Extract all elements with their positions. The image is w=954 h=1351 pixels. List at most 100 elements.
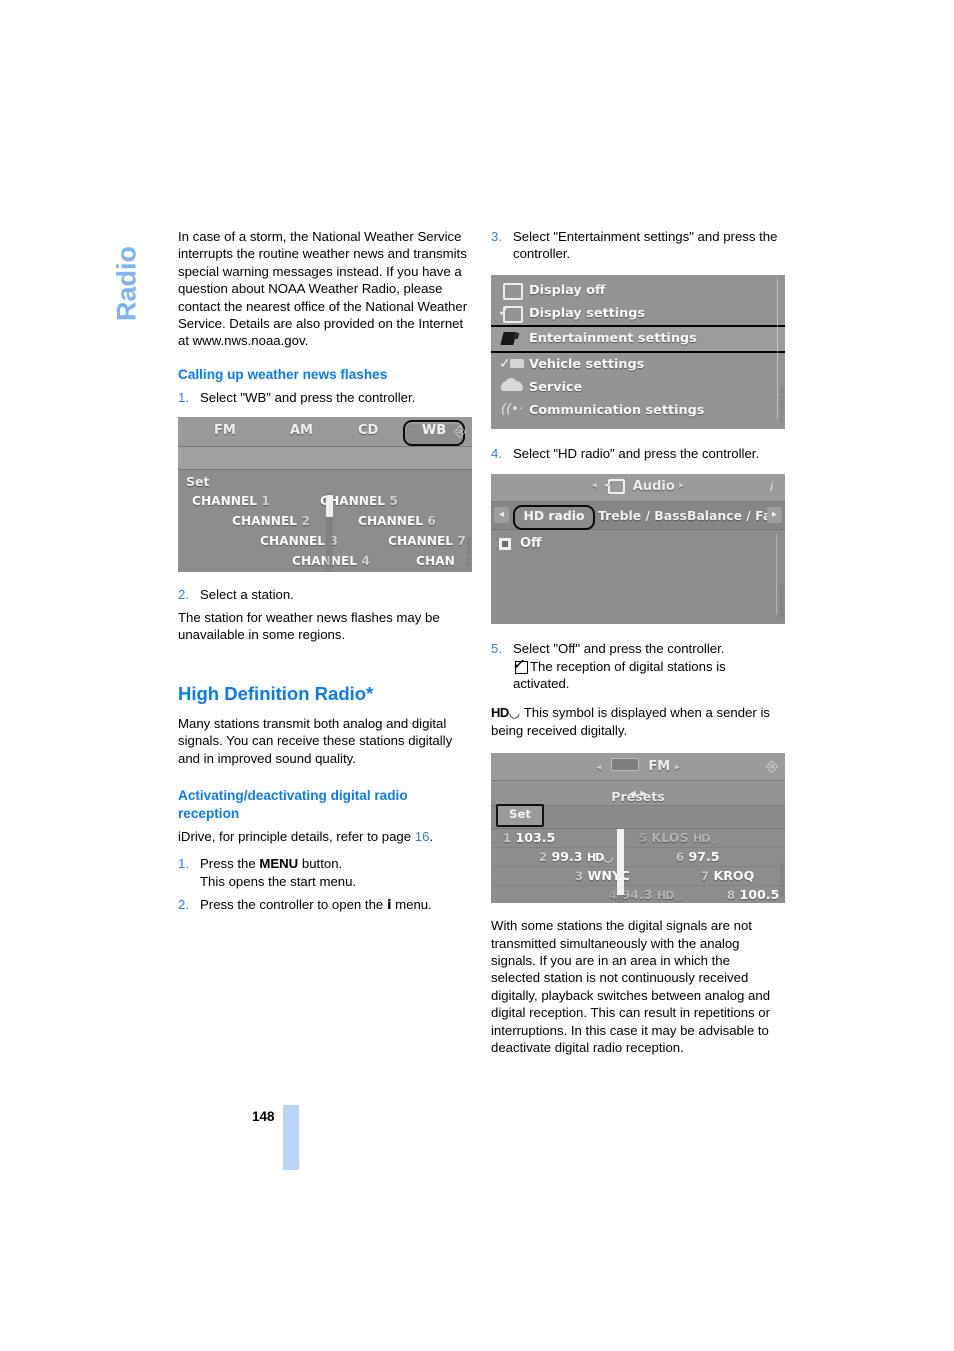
fm-preset-6[interactable]: 6 97.5 bbox=[676, 849, 720, 864]
wb-tab-am[interactable]: AM bbox=[290, 423, 313, 438]
scroll-left-icon[interactable]: ◂ bbox=[494, 507, 509, 524]
step-1-menu-button: 1. Press the MENU button. bbox=[178, 855, 468, 872]
fm-row: 4 94.3 HD◡ 8 100.5 bbox=[491, 886, 785, 903]
menu-item-service[interactable]: Service bbox=[491, 376, 785, 399]
figure-id-tag: VSP8091mdA bbox=[466, 536, 471, 566]
chapter-tab: Radio bbox=[97, 222, 157, 342]
fm-preset-2[interactable]: 2 99.3 HD◡ bbox=[539, 849, 613, 864]
wb-row: CHANNEL 1 CHANNEL 5 bbox=[178, 493, 472, 513]
step-text-post: button. bbox=[298, 856, 343, 872]
wb-channel-left-2[interactable]: CHANNEL 2 bbox=[232, 514, 310, 528]
fm-preset-5[interactable]: 5 KLOS HD◡ bbox=[639, 830, 719, 845]
heading-calling-weather: Calling up weather news flashes bbox=[178, 366, 388, 382]
menu-item-label: Communication settings bbox=[529, 402, 705, 418]
wb-tab-cd[interactable]: CD bbox=[358, 423, 378, 438]
radio-icon bbox=[610, 758, 639, 772]
left-arrow-icon[interactable]: ◂ bbox=[596, 762, 601, 773]
idrive-ref-period: . bbox=[429, 828, 434, 844]
fm-row: 1 103.5 5 KLOS HD◡ bbox=[491, 829, 785, 849]
idrive-ref-text: iDrive, for principle details, refer to … bbox=[178, 828, 415, 844]
menu-item-display-settings[interactable]: ✓ Display settings bbox=[491, 302, 785, 325]
right-arrow-icon[interactable]: ▸ bbox=[675, 762, 680, 773]
intro-paragraph: In case of a storm, the National Weather… bbox=[178, 229, 468, 349]
step-text: Select "Entertainment settings" and pres… bbox=[513, 229, 778, 262]
fm-title-label: FM bbox=[648, 759, 671, 775]
chapter-title: Radio bbox=[111, 246, 142, 322]
audio-tab-bar: ◂ HD radio Treble / Bass Balance / Fad ▸ bbox=[491, 502, 785, 531]
hd-symbol-note-text: This symbol is displayed when a sender i… bbox=[491, 705, 770, 738]
closing-paragraph: With some stations the digital signals a… bbox=[491, 918, 771, 1056]
step-4-hd-radio: 4. Select "HD radio" and press the contr… bbox=[491, 445, 781, 462]
fm-row: 2 99.3 HD◡ 6 97.5 bbox=[491, 848, 785, 868]
step-1-wb: 1. Select "WB" and press the controller. bbox=[178, 389, 468, 406]
signal-waves-icon: ((•· bbox=[501, 402, 523, 418]
wb-scrollbar[interactable] bbox=[326, 492, 333, 572]
menu-item-label: Service bbox=[529, 379, 583, 395]
fm-scrollbar[interactable] bbox=[617, 829, 624, 904]
wb-set-label[interactable]: Set bbox=[186, 474, 209, 489]
display-settings-icon: ✓ bbox=[603, 477, 626, 495]
menu-item-entertainment-settings[interactable]: Entertainment settings bbox=[491, 324, 785, 353]
hd-radio-body: Many stations transmit both analog and d… bbox=[178, 715, 453, 766]
wb-channel-right-2[interactable]: CHANNEL 6 bbox=[358, 514, 436, 528]
page-link-16[interactable]: 16 bbox=[415, 829, 430, 844]
heading-high-definition-radio: High Definition Radio* bbox=[178, 682, 374, 704]
fm-set-button[interactable]: Set bbox=[496, 804, 544, 828]
fm-row: 3 WNYC 7 KROQ bbox=[491, 867, 785, 887]
screenshot-audio-hd-radio: ◂ ✓ Audio ▸ i ◂ HD radio Treble / Bass B… bbox=[491, 474, 785, 625]
checkbox-checked-icon: ✓ bbox=[512, 657, 528, 674]
page-number: 148 bbox=[252, 1109, 275, 1124]
step-text: Select a station. bbox=[200, 586, 294, 602]
step-text-pre: Press the controller to open the bbox=[200, 897, 387, 913]
wb-channel-right-4[interactable]: CHAN bbox=[416, 554, 455, 568]
wb-tab-fm[interactable]: FM bbox=[214, 423, 236, 438]
step-text: Select "HD radio" and press the controll… bbox=[513, 445, 760, 461]
audio-title-bar: ◂ ✓ Audio ▸ i bbox=[491, 474, 785, 503]
left-column: In case of a storm, the National Weather… bbox=[178, 228, 472, 915]
step-5-note: ✓ The reception of digital stations is ac… bbox=[491, 657, 781, 693]
fm-subtitle-bar: ◂ Presets ▸ bbox=[491, 781, 785, 807]
menu-item-communication-settings[interactable]: ((•· Communication settings bbox=[491, 399, 785, 422]
step-5-select-off: 5. Select "Off" and press the controller… bbox=[491, 640, 781, 657]
wb-tab-bar: FM AM CD WB ⎆ bbox=[178, 416, 472, 447]
home-icon[interactable]: ⎆ bbox=[450, 422, 470, 441]
step-number: 2. bbox=[178, 586, 189, 602]
info-icon[interactable]: i bbox=[763, 478, 780, 496]
home-icon[interactable]: ⎆ bbox=[762, 757, 782, 776]
fm-preset-1[interactable]: 1 103.5 bbox=[503, 830, 555, 845]
right-column: 3. Select "Entertainment settings" and p… bbox=[491, 228, 785, 1057]
fm-preset-7[interactable]: 7 KROQ bbox=[701, 868, 754, 883]
audio-tab-hd-radio-selected[interactable]: HD radio bbox=[513, 505, 595, 531]
screenshot-wb-radio: FM AM CD WB ⎆ Set CHANNEL 1 CHANNEL 5 CH… bbox=[178, 416, 472, 572]
hd-symbol-icon: HD bbox=[491, 705, 509, 721]
step-number: 2. bbox=[178, 897, 189, 913]
right-arrow-icon[interactable]: ▸ bbox=[679, 480, 684, 491]
hd-symbol-note: HD◡ This symbol is displayed when a send… bbox=[491, 705, 770, 738]
step-number: 3. bbox=[491, 229, 502, 244]
menu-item-label: Entertainment settings bbox=[529, 331, 697, 347]
wb-channel-right-3[interactable]: CHANNEL 7 bbox=[388, 534, 466, 548]
fm-presets-label[interactable]: ◂ Presets ▸ bbox=[491, 785, 785, 804]
left-arrow-icon[interactable]: ◂ bbox=[592, 480, 597, 491]
page-edge-bar bbox=[283, 1105, 299, 1170]
step-number: 5. bbox=[491, 641, 502, 657]
figure-id-tag: VS1NAO9003N bbox=[779, 586, 784, 619]
audio-tab-treble-bass[interactable]: Treble / Bass bbox=[598, 508, 687, 523]
wb-row: CHANNEL 4 CHAN bbox=[178, 553, 472, 572]
car-icon bbox=[499, 378, 529, 396]
step-3-entertainment-settings: 3. Select "Entertainment settings" and p… bbox=[491, 228, 781, 263]
wb-channel-left-1[interactable]: CHANNEL 1 bbox=[192, 494, 270, 508]
check-square-icon: ✓ bbox=[498, 304, 529, 324]
menu-item-label: Vehicle settings bbox=[529, 356, 645, 372]
step-1-substep: This opens the start menu. bbox=[200, 873, 357, 889]
menu-item-vehicle-settings[interactable]: ✓ Vehicle settings bbox=[491, 353, 785, 376]
menu-item-display-off[interactable]: Display off bbox=[491, 279, 785, 302]
menu-button-label: MENU bbox=[259, 856, 299, 872]
fm-preset-8[interactable]: 8 100.5 bbox=[727, 887, 779, 902]
menu-item-label: Display settings bbox=[529, 305, 646, 321]
step-text-pre: Press the bbox=[200, 856, 260, 872]
fm-preset-list: 1 103.5 5 KLOS HD◡ 2 99.3 HD◡ 6 97.5 3 W… bbox=[491, 829, 785, 904]
scroll-right-icon[interactable]: ▸ bbox=[767, 507, 782, 524]
audio-tab-label: HD radio bbox=[523, 508, 585, 524]
audio-option-off[interactable]: Off bbox=[491, 536, 785, 551]
